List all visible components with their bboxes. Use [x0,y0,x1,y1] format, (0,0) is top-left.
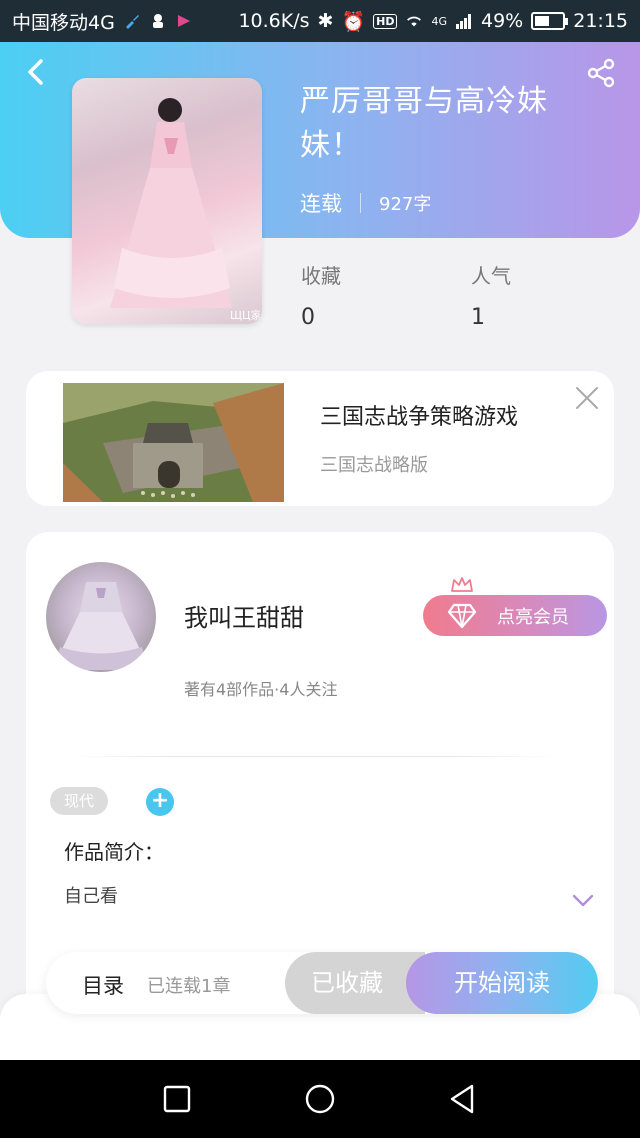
diamond-icon [447,603,477,629]
cover-illustration [110,98,232,308]
hd-badge: HD [373,13,398,29]
genre-tag[interactable]: 现代 [50,787,109,815]
circle-icon [305,1084,335,1114]
section-divider [72,756,554,757]
expand-intro-button[interactable] [572,894,594,908]
network-type: 4G [431,14,447,28]
popularity-value: 1 [471,305,485,330]
bluetooth-icon: ✱ [317,10,334,32]
battery-icon [531,12,569,30]
add-tag-button[interactable]: + [146,788,174,816]
system-nav-bar [0,1060,640,1138]
author-avatar[interactable] [46,562,156,672]
signal-icon [456,14,471,29]
close-ad-button[interactable] [574,385,600,411]
ad-title: 三国志战争策略游戏 [320,405,519,430]
ad-subtitle: 三国志战略版 [320,455,428,476]
home-button[interactable] [303,1082,337,1116]
collected-button[interactable]: 已收藏 [285,952,425,1014]
share-icon [587,58,615,88]
favorites-value: 0 [301,305,315,330]
popularity-stat: 人气 1 [471,260,511,330]
battery-percent: 49% [481,10,524,32]
toc-button[interactable]: 目录 [82,970,124,1000]
wifi-icon [407,16,422,27]
app-logo-icon [177,15,190,27]
vip-label: 点亮会员 [497,606,569,628]
back-nav-button[interactable] [446,1082,480,1116]
book-meta: 连载 927字 [300,188,431,218]
start-reading-button[interactable]: 开始阅读 [406,952,598,1014]
crown-icon [451,577,473,592]
book-title: 严厉哥哥与高冷妹妹！ [300,84,548,163]
popularity-label: 人气 [471,264,511,288]
status-bar-right: 10.6K/s ✱ ⏰ HD 4G 49% 21:15 [238,10,628,33]
activate-vip-button[interactable]: 点亮会员 [423,595,607,636]
app-notification-icon [152,14,163,28]
back-button[interactable] [20,56,52,88]
clock: 21:15 [573,10,628,32]
intro-label: 作品简介： [64,840,164,864]
broom-icon [125,15,139,29]
carrier-label: 中国移动4G [12,11,115,34]
book-cover[interactable]: ЩЦ家 [72,78,262,324]
share-button[interactable] [586,58,616,88]
triangle-back-icon [450,1084,474,1114]
favorites-label: 收藏 [301,264,341,288]
author-stats: 著有4部作品·4人关注 [184,680,338,699]
alarm-icon: ⏰ [341,10,366,33]
meta-divider [360,193,361,213]
avatar-illustration [52,582,150,670]
close-icon [576,387,598,409]
svg-text:ЩЦ家: ЩЦ家 [230,308,260,322]
ad-card[interactable]: 三国志战争策略游戏 三国志战略版 [26,371,614,506]
fortress-illustration [63,383,284,502]
square-icon [163,1085,191,1113]
chevron-left-icon [28,59,43,85]
word-count: 927字 [379,194,432,215]
cover-watermark: ЩЦ家 [230,308,260,322]
network-speed: 10.6K/s [238,10,310,32]
chapter-count: 已连载1章 [147,976,231,997]
recent-apps-button[interactable] [160,1082,194,1116]
status-bar-left: 中国移动4G [12,8,193,35]
serial-status: 连载 [300,192,342,216]
author-name[interactable]: 我叫王甜甜 [184,598,304,633]
action-bar: 目录 已连载1章 已收藏 开始阅读 [46,952,598,1014]
chevron-down-icon [572,894,594,907]
intro-text: 自己看 [64,886,118,907]
favorites-stat: 收藏 0 [301,260,341,330]
status-bar: 中国移动4G 10.6K/s ✱ ⏰ HD 4G 49% 21:15 [0,0,640,42]
ad-image [63,383,284,502]
